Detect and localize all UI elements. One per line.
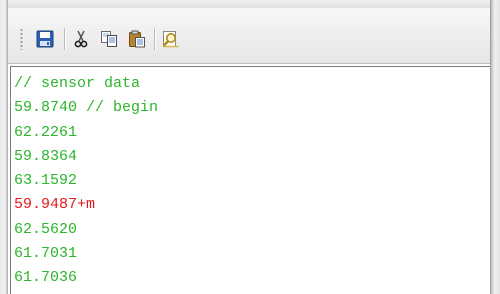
window-frame-top (0, 0, 500, 8)
editor-line: 63.1592 (14, 172, 78, 190)
editor-line: // sensor data (14, 75, 141, 92)
sensor-editor-window: // sensor data 59.8740 // begin 62.2261 … (0, 0, 500, 294)
window-frame-right (490, 0, 500, 294)
copy-button[interactable] (98, 28, 120, 50)
editor-line: 62.5620 (14, 220, 78, 238)
editor-line-error: 59.9487+m (14, 196, 96, 214)
editor-line: 61.7031 (14, 245, 78, 263)
save-button[interactable] (34, 28, 56, 50)
editor-line: 62.2261 (14, 123, 78, 141)
copy-icon (101, 31, 117, 47)
text-editor[interactable]: // sensor data 59.8740 // begin 62.2261 … (10, 66, 490, 294)
paste-button[interactable] (126, 28, 148, 50)
toolbar-separator (154, 28, 155, 50)
toolbar-grip[interactable] (20, 28, 23, 50)
editor-line: 59.8364 (14, 147, 78, 165)
window-frame-left (0, 0, 8, 294)
find-button[interactable] (160, 28, 182, 50)
toolbar (8, 8, 490, 64)
cut-icon (74, 30, 88, 48)
paste-icon (129, 30, 145, 48)
editor-line: 59.8740 // begin (14, 99, 159, 117)
editor-line: 61.7036 (14, 269, 78, 287)
toolbar-separator (64, 28, 65, 50)
save-icon (36, 30, 54, 48)
find-icon (163, 31, 179, 48)
cut-button[interactable] (70, 28, 92, 50)
